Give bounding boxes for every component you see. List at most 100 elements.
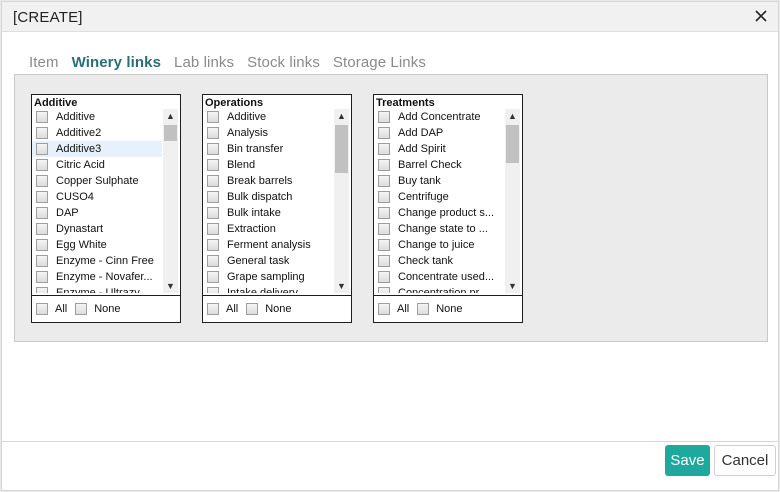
item-checkbox[interactable]: [36, 255, 48, 267]
scrollbar[interactable]: ▲ ▼: [334, 109, 349, 293]
tab-lab-links[interactable]: Lab links: [174, 54, 234, 76]
item-checkbox[interactable]: [207, 223, 219, 235]
scrollbar-thumb[interactable]: [164, 125, 177, 141]
item-checkbox[interactable]: [36, 191, 48, 203]
item-checkbox[interactable]: [207, 127, 219, 139]
list-item[interactable]: Intake delivery: [203, 285, 333, 293]
list-item[interactable]: Check tank: [374, 253, 504, 269]
list-item[interactable]: Blend: [203, 157, 333, 173]
scrollbar[interactable]: ▲ ▼: [163, 109, 178, 293]
item-checkbox[interactable]: [378, 287, 390, 293]
select-all-checkbox[interactable]: [36, 303, 48, 315]
list-item[interactable]: Dynastart: [32, 221, 162, 237]
list-item[interactable]: Extraction: [203, 221, 333, 237]
item-checkbox[interactable]: [207, 287, 219, 293]
list-item[interactable]: Concentrate used...: [374, 269, 504, 285]
save-button[interactable]: Save: [665, 445, 710, 476]
item-checkbox[interactable]: [36, 159, 48, 171]
cancel-button[interactable]: Cancel: [714, 445, 776, 476]
tab-stock-links[interactable]: Stock links: [247, 54, 320, 76]
listbox-footer: All None: [374, 295, 522, 322]
item-checkbox[interactable]: [378, 239, 390, 251]
tab-item[interactable]: Item: [29, 54, 59, 76]
list-item[interactable]: Add DAP: [374, 125, 504, 141]
list-item[interactable]: Bin transfer: [203, 141, 333, 157]
list-item[interactable]: Copper Sulphate: [32, 173, 162, 189]
list-item[interactable]: Analysis: [203, 125, 333, 141]
item-checkbox[interactable]: [207, 207, 219, 219]
chevron-down-icon[interactable]: ▼: [505, 279, 520, 293]
select-none-checkbox[interactable]: [417, 303, 430, 315]
select-none-checkbox[interactable]: [75, 303, 88, 315]
list-item[interactable]: Change to juice: [374, 237, 504, 253]
list-item[interactable]: Enzyme - Ultrazy...: [32, 285, 162, 293]
select-all-checkbox[interactable]: [378, 303, 390, 315]
item-checkbox[interactable]: [36, 111, 48, 123]
item-checkbox[interactable]: [36, 207, 48, 219]
item-checkbox[interactable]: [378, 207, 390, 219]
list-item[interactable]: Bulk dispatch: [203, 189, 333, 205]
list-item[interactable]: Bulk intake: [203, 205, 333, 221]
item-checkbox[interactable]: [378, 255, 390, 267]
chevron-down-icon[interactable]: ▼: [163, 279, 178, 293]
item-checkbox[interactable]: [36, 175, 48, 187]
scrollbar-thumb[interactable]: [506, 125, 519, 163]
tab-winery-links[interactable]: Winery links: [71, 54, 162, 76]
select-all-checkbox[interactable]: [207, 303, 219, 315]
item-checkbox[interactable]: [207, 111, 219, 123]
list-item[interactable]: Ferment analysis: [203, 237, 333, 253]
item-checkbox[interactable]: [36, 127, 48, 139]
item-checkbox[interactable]: [207, 175, 219, 187]
list-item[interactable]: DAP: [32, 205, 162, 221]
item-checkbox[interactable]: [207, 159, 219, 171]
select-none-checkbox[interactable]: [246, 303, 259, 315]
list-item[interactable]: Concentration pr...: [374, 285, 504, 293]
list-item[interactable]: Centrifuge: [374, 189, 504, 205]
item-checkbox[interactable]: [36, 239, 48, 251]
chevron-up-icon[interactable]: ▲: [163, 109, 178, 123]
item-checkbox[interactable]: [378, 223, 390, 235]
list-item[interactable]: Grape sampling: [203, 269, 333, 285]
item-checkbox[interactable]: [36, 143, 48, 155]
scrollbar-thumb[interactable]: [335, 125, 348, 173]
item-checkbox[interactable]: [207, 271, 219, 283]
scrollbar[interactable]: ▲ ▼: [505, 109, 520, 293]
list-item[interactable]: CUSO4: [32, 189, 162, 205]
item-checkbox[interactable]: [378, 143, 390, 155]
list-item[interactable]: Enzyme - Cinn Free: [32, 253, 162, 269]
list-item[interactable]: Change state to ...: [374, 221, 504, 237]
list-item[interactable]: Enzyme - Novafer...: [32, 269, 162, 285]
item-checkbox[interactable]: [378, 271, 390, 283]
chevron-down-icon[interactable]: ▼: [334, 279, 349, 293]
item-checkbox[interactable]: [378, 191, 390, 203]
item-checkbox[interactable]: [207, 143, 219, 155]
item-checkbox[interactable]: [207, 191, 219, 203]
item-checkbox[interactable]: [207, 255, 219, 267]
item-checkbox[interactable]: [378, 159, 390, 171]
list-item[interactable]: Barrel Check: [374, 157, 504, 173]
item-checkbox[interactable]: [36, 271, 48, 283]
chevron-up-icon[interactable]: ▲: [505, 109, 520, 123]
item-checkbox[interactable]: [207, 239, 219, 251]
list-item[interactable]: Citric Acid: [32, 157, 162, 173]
item-checkbox[interactable]: [378, 175, 390, 187]
item-checkbox[interactable]: [36, 223, 48, 235]
list-item[interactable]: Break barrels: [203, 173, 333, 189]
item-label: Change product s...: [398, 207, 495, 219]
list-item[interactable]: Additive: [203, 109, 333, 125]
item-checkbox[interactable]: [36, 287, 48, 293]
list-item[interactable]: Add Spirit: [374, 141, 504, 157]
item-checkbox[interactable]: [378, 111, 390, 123]
close-icon[interactable]: [750, 5, 772, 27]
list-item[interactable]: Egg White: [32, 237, 162, 253]
list-item[interactable]: Additive: [32, 109, 162, 125]
list-item[interactable]: General task: [203, 253, 333, 269]
chevron-up-icon[interactable]: ▲: [334, 109, 349, 123]
list-item[interactable]: Change product s...: [374, 205, 504, 221]
list-item[interactable]: Additive3: [32, 141, 162, 157]
tab-storage-links[interactable]: Storage Links: [333, 54, 426, 76]
item-checkbox[interactable]: [378, 127, 390, 139]
list-item[interactable]: Add Concentrate: [374, 109, 504, 125]
list-item[interactable]: Additive2: [32, 125, 162, 141]
list-item[interactable]: Buy tank: [374, 173, 504, 189]
